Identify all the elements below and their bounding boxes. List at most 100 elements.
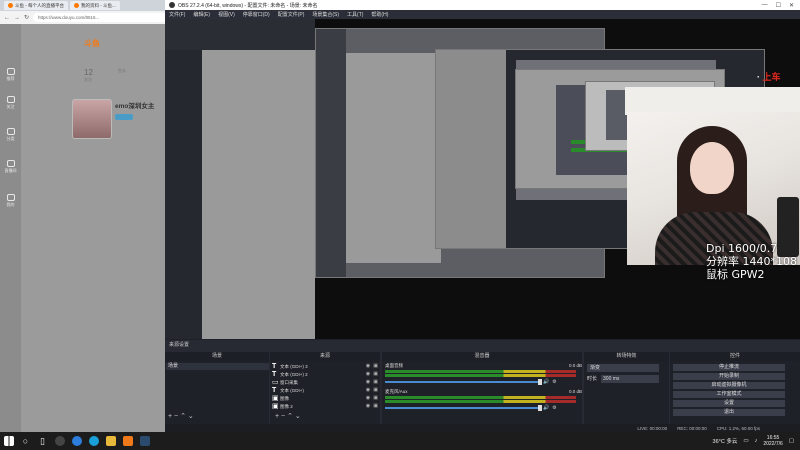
duration-input[interactable]: 300 ms xyxy=(601,375,659,383)
douyu-sidebar: 推荐 关注 分类 直播间 我的 xyxy=(0,24,21,432)
eye-icon[interactable]: ◉ xyxy=(366,403,370,410)
menu-view[interactable]: 视图(V) xyxy=(218,11,235,18)
volume-icon[interactable]: ♪ xyxy=(755,438,758,444)
eye-icon[interactable]: ◉ xyxy=(366,395,370,402)
eye-icon[interactable]: ◉ xyxy=(366,371,370,378)
back-icon[interactable]: ← xyxy=(4,15,10,21)
start-recording-button[interactable]: 开始录制 xyxy=(673,373,785,380)
stop-streaming-button[interactable]: 停止推流 xyxy=(673,364,785,371)
lock-icon[interactable]: ▣ xyxy=(373,403,378,410)
lock-icon[interactable]: ▣ xyxy=(373,363,378,370)
settings-button[interactable]: 设置 xyxy=(673,400,785,407)
nested-screen xyxy=(165,19,315,339)
window-controls: — ☐ ✕ xyxy=(762,2,800,9)
system-tray: 36°C 多云 ▭ ♪ 16:55 2022/7/6 ▢ xyxy=(713,435,800,447)
mixer-header: 混音器 xyxy=(382,352,582,361)
task-view-icon[interactable]: ▯ xyxy=(34,432,51,450)
volume-slider[interactable] xyxy=(385,378,542,385)
source-toolbar: 来源设置 xyxy=(165,340,800,351)
sources-toolbar[interactable]: + − ⌃ ⌄ xyxy=(272,411,301,421)
close-icon[interactable]: ✕ xyxy=(789,2,794,9)
source-item[interactable]: T 文本 (GDI+) 2 ◉ ▣ xyxy=(272,371,378,378)
sources-header: 来源 xyxy=(270,352,380,361)
weather-widget[interactable]: 36°C 多云 xyxy=(713,437,738,445)
menu-scene-collection[interactable]: 场景集合(S) xyxy=(312,11,339,18)
gear-icon[interactable]: ⚙ xyxy=(552,405,556,411)
overlay-text: Dpi 1600/0.7 分辨率 1440*108 鼠标 GPW2 xyxy=(706,242,797,281)
forward-icon[interactable]: → xyxy=(14,15,20,21)
category-icon xyxy=(6,128,15,135)
notification-icon[interactable]: ▢ xyxy=(789,438,794,444)
source-item[interactable]: T 文本 (GDI+) 3 ◉ ▣ xyxy=(272,363,378,370)
reload-icon[interactable]: ↻ xyxy=(24,14,29,21)
sidebar-item[interactable]: 推荐 xyxy=(4,68,17,82)
sidebar-item[interactable]: 关注 xyxy=(4,96,17,110)
clock[interactable]: 16:55 2022/7/6 xyxy=(763,435,782,447)
address-bar: ← → ↻ https://www.douyu.com/8516... xyxy=(0,11,168,24)
browser-taskbar-icon[interactable] xyxy=(68,432,85,450)
menu-profile[interactable]: 配置文件(P) xyxy=(278,11,305,18)
menu-bar: 文件(F) 编辑(E) 视图(V) 停靠窗口(D) 配置文件(P) 场景集合(S… xyxy=(165,10,800,19)
obs-status-bar: LIVE: 00:00:00 REC: 00:00:00 CPU: 1.2%, … xyxy=(165,424,800,432)
lock-icon[interactable]: ▣ xyxy=(373,387,378,394)
menu-help[interactable]: 帮助(H) xyxy=(371,11,388,18)
edge-icon[interactable] xyxy=(85,432,102,450)
browser-window: 斗鱼 - 每个人的直播平台 我的资料 - 斗鱼... ← → ↻ https:/… xyxy=(0,0,168,432)
source-item[interactable]: ▣ 图像 ◉ ▣ xyxy=(272,395,378,402)
speaker-icon[interactable]: 🔊 xyxy=(543,379,549,385)
volume-meter xyxy=(385,374,576,377)
source-item[interactable]: T 文本 (GDI+) ◉ ▣ xyxy=(272,387,378,394)
follow-icon xyxy=(6,96,15,103)
controls-header: 控件 xyxy=(670,352,800,361)
browser-tab[interactable]: 我的资料 - 斗鱼... xyxy=(70,1,120,10)
home-icon xyxy=(6,68,15,75)
source-item[interactable]: ▣ 图像 2 ◉ ▣ xyxy=(272,403,378,410)
stat-follow: 12 关注 xyxy=(84,68,93,82)
lock-icon[interactable]: ▣ xyxy=(373,371,378,378)
exit-button[interactable]: 退出 xyxy=(673,409,785,416)
virtual-camera-button[interactable]: 启动虚拟摄像机 xyxy=(673,382,785,389)
gear-icon[interactable]: ⚙ xyxy=(552,379,556,385)
scenes-header: 场景 xyxy=(165,352,269,361)
maximize-icon[interactable]: ☐ xyxy=(776,2,781,9)
menu-docks[interactable]: 停靠窗口(D) xyxy=(243,11,270,18)
mixer-channel: 桌面音频 0.0 dB 🔊 ⚙ xyxy=(385,363,582,385)
menu-file[interactable]: 文件(F) xyxy=(169,11,185,18)
scene-item[interactable]: 场景 xyxy=(166,363,269,370)
studio-mode-button[interactable]: 工作室模式 xyxy=(673,391,785,398)
browser-tabstrip: 斗鱼 - 每个人的直播平台 我的资料 - 斗鱼... xyxy=(0,0,168,11)
network-icon[interactable]: ▭ xyxy=(743,438,748,444)
nested-screen xyxy=(625,87,800,115)
obs-taskbar-icon[interactable] xyxy=(51,432,68,450)
sidebar-item[interactable]: 我的 xyxy=(4,194,17,208)
transition-duration: 时长 300 ms xyxy=(587,375,659,383)
transition-select[interactable]: 渐变 xyxy=(587,364,659,372)
source-item[interactable]: ▭ 窗口采集 ◉ ▣ xyxy=(272,379,378,386)
stat-fishball: 鱼丸 xyxy=(118,68,126,73)
menu-edit[interactable]: 编辑(E) xyxy=(193,11,210,18)
steam-icon[interactable] xyxy=(136,432,153,450)
minimize-icon[interactable]: — xyxy=(762,2,768,9)
browser-tab[interactable]: 斗鱼 - 每个人的直播平台 xyxy=(4,1,68,10)
douyu-app-icon[interactable] xyxy=(119,432,136,450)
lock-icon[interactable]: ▣ xyxy=(373,395,378,402)
volume-slider[interactable] xyxy=(385,404,542,411)
search-icon[interactable]: ○ xyxy=(17,432,34,450)
volume-meter xyxy=(385,396,576,399)
avatar[interactable] xyxy=(72,99,112,139)
url-input[interactable]: https://www.douyu.com/8516... xyxy=(33,13,168,22)
live-timer: LIVE: 00:00:00 xyxy=(637,425,668,431)
lock-icon[interactable]: ▣ xyxy=(373,379,378,386)
eye-icon[interactable]: ◉ xyxy=(366,363,370,370)
transitions-header: 转场特效 xyxy=(584,352,669,361)
menu-tools[interactable]: 工具(T) xyxy=(347,11,363,18)
sidebar-item[interactable]: 直播间 xyxy=(4,160,17,174)
eye-icon[interactable]: ◉ xyxy=(366,379,370,386)
eye-icon[interactable]: ◉ xyxy=(366,387,370,394)
speaker-icon[interactable]: 🔊 xyxy=(543,405,549,411)
start-icon[interactable] xyxy=(0,432,17,450)
sidebar-item[interactable]: 分类 xyxy=(4,128,17,142)
scenes-toolbar[interactable]: + − ⌃ ⌄ xyxy=(165,411,194,421)
folder-icon[interactable] xyxy=(102,432,119,450)
rec-timer: REC: 00:00:00 xyxy=(677,425,707,431)
